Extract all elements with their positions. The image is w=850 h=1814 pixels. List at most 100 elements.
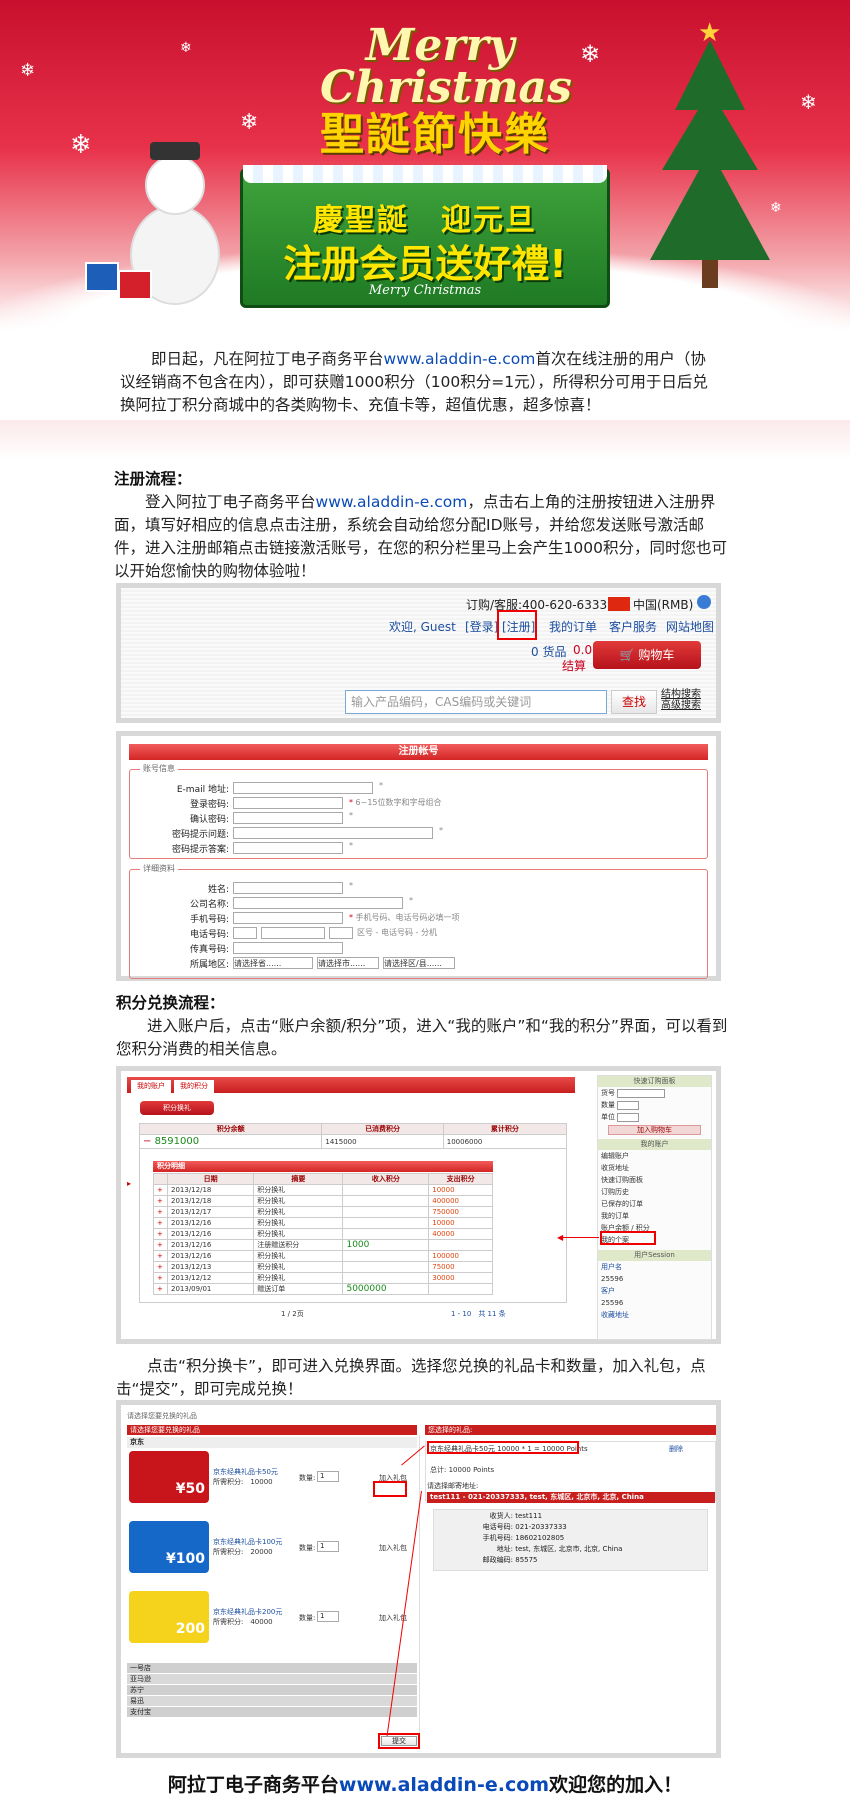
- qty-input[interactable]: 1: [317, 1471, 339, 1482]
- gift-card-name[interactable]: 京东经典礼品卡50元: [213, 1467, 278, 1477]
- gift-card-image[interactable]: ¥100: [129, 1521, 209, 1573]
- snowflake-icon: ❄: [800, 90, 817, 114]
- side-unit-input[interactable]: [617, 1112, 640, 1122]
- structure-search-link[interactable]: 结构搜索: [661, 689, 701, 700]
- company-field[interactable]: [233, 897, 403, 909]
- category-item[interactable]: 亚马逊: [127, 1674, 417, 1685]
- row-expand-icon[interactable]: +: [153, 1272, 168, 1284]
- side-account-item[interactable]: 我的订单: [598, 1210, 711, 1222]
- sitemap-link[interactable]: 网站地图: [666, 618, 714, 635]
- row-out: 40000: [428, 1228, 493, 1240]
- row-expand-icon[interactable]: +: [153, 1250, 168, 1262]
- password-hint: 6~15位数字和字母组合: [355, 798, 442, 807]
- side-account-item[interactable]: 快速订购面板: [598, 1174, 711, 1186]
- row-expand-icon[interactable]: +: [153, 1239, 168, 1251]
- category-item[interactable]: 支付宝: [127, 1707, 417, 1718]
- side-account-item[interactable]: 订购历史: [598, 1186, 711, 1198]
- customer-service-link[interactable]: 客户服务: [609, 618, 657, 635]
- gift-card-name[interactable]: 京东经典礼品卡100元: [213, 1537, 282, 1547]
- row-in: 5000000: [342, 1283, 430, 1295]
- qty-input[interactable]: 1: [317, 1541, 339, 1552]
- qty-label: 数量:: [299, 1544, 316, 1552]
- row-expand-icon[interactable]: +: [153, 1195, 168, 1207]
- row-out: 100000: [428, 1250, 493, 1262]
- gift-card-name[interactable]: 京东经典礼品卡200元: [213, 1607, 282, 1617]
- gift-card-image[interactable]: 200: [129, 1591, 209, 1643]
- category-item[interactable]: 一号店: [127, 1663, 417, 1674]
- category-jd[interactable]: 京东: [127, 1437, 417, 1448]
- welcome-text: 欢迎, Guest: [389, 620, 456, 634]
- password-field[interactable]: [233, 797, 343, 809]
- delete-link[interactable]: 删除: [669, 1444, 683, 1454]
- row-expand-icon[interactable]: +: [153, 1283, 168, 1295]
- gift-card-points: 所需积分: 10000: [213, 1478, 273, 1486]
- site-link[interactable]: www.aladdin-e.com: [316, 493, 468, 511]
- search-button[interactable]: 查找: [611, 690, 657, 714]
- gift-card-points: 所需积分: 40000: [213, 1618, 273, 1626]
- row-date: 2013/12/18: [166, 1184, 255, 1196]
- gift-card-face-value: ¥100: [166, 1551, 205, 1567]
- footer-site-link[interactable]: www.aladdin-e.com: [339, 1774, 549, 1796]
- header-screenshot: 订购/客服:400-620-6333 中国(RMB) 欢迎, Guest [登录…: [116, 583, 721, 723]
- category-item[interactable]: 易迅: [127, 1696, 417, 1707]
- side-qty-input[interactable]: [617, 1100, 640, 1110]
- points-screenshot: 我的账户 我的积分 积分换礼 积分余额 已消费积分 累计积分 − 8591000…: [116, 1066, 721, 1344]
- confirm-password-field[interactable]: [233, 812, 343, 824]
- phone-ext-field[interactable]: [329, 927, 353, 939]
- security-question-field[interactable]: [233, 827, 433, 839]
- row-expand-icon[interactable]: +: [153, 1261, 168, 1273]
- row-expand-icon[interactable]: +: [153, 1184, 168, 1196]
- exchange-gift-button[interactable]: 积分换礼: [140, 1101, 214, 1115]
- category-item[interactable]: 苏宁: [127, 1685, 417, 1696]
- row-date: 2013/12/16: [166, 1217, 255, 1229]
- mobile-label: 手机号码:: [189, 915, 229, 925]
- phone-area-field[interactable]: [233, 927, 257, 939]
- name-field[interactable]: [233, 882, 343, 894]
- mobile-field[interactable]: [233, 912, 343, 924]
- pager[interactable]: 1 / 2页: [281, 1309, 304, 1319]
- side-account-item[interactable]: 收货地址: [598, 1162, 711, 1174]
- my-orders-link[interactable]: 我的订单: [549, 618, 597, 635]
- city-select[interactable]: 请选择市......: [317, 957, 379, 969]
- side-account-item[interactable]: 已保存的订单: [598, 1198, 711, 1210]
- qty-input[interactable]: 1: [317, 1611, 339, 1622]
- row-type: 积分换礼: [253, 1206, 344, 1218]
- table-row: +2013/12/16 积分换礼 40000: [153, 1228, 493, 1240]
- row-expand-icon[interactable]: +: [153, 1217, 168, 1229]
- side-add-cart-button[interactable]: 加入购物车: [608, 1125, 701, 1135]
- security-answer-field[interactable]: [233, 842, 343, 854]
- fax-field[interactable]: [233, 942, 343, 954]
- side-account-item[interactable]: 编辑账户: [598, 1150, 711, 1162]
- phone-number-field[interactable]: [261, 927, 325, 939]
- region-selector[interactable]: 中国(RMB): [633, 596, 693, 613]
- side-favorite-address[interactable]: 收藏地址: [598, 1309, 711, 1321]
- side-customer-label: 客户: [601, 1287, 615, 1295]
- district-select[interactable]: 请选择区/县......: [383, 957, 455, 969]
- side-cargo-input[interactable]: [617, 1088, 666, 1098]
- tab-my-account[interactable]: 我的账户: [131, 1080, 171, 1093]
- detail-col-out: 支出积分: [428, 1173, 493, 1185]
- row-in: [342, 1217, 430, 1229]
- side-qty-label: 数量: [601, 1101, 615, 1109]
- address-detail-label: 手机号码:: [482, 1534, 513, 1542]
- tab-my-points[interactable]: 我的积分: [174, 1080, 214, 1093]
- login-link[interactable]: [登录]: [465, 618, 498, 635]
- advanced-search-link[interactable]: 高级搜索: [661, 700, 701, 711]
- row-expand-icon[interactable]: +: [153, 1228, 168, 1240]
- email-field[interactable]: [233, 782, 373, 794]
- address-detail-value: test111: [515, 1512, 543, 1520]
- address-select[interactable]: test111 - 021-20337333, test, 东城区, 北京市, …: [427, 1492, 715, 1503]
- side-panel: 快速订购面板 货号 数量 单位 加入购物车 我的账户 编辑账户 收货地址 快速订购面…: [597, 1075, 712, 1340]
- cart-button[interactable]: 🛒 购物车: [593, 641, 701, 669]
- search-input[interactable]: 输入产品编码，CAS编码或关键词: [345, 690, 607, 714]
- account-legend: 账号信息: [140, 763, 178, 774]
- row-expand-icon[interactable]: +: [153, 1206, 168, 1218]
- help-icon[interactable]: [697, 595, 711, 609]
- points-flow-heading: 积分兑换流程：: [116, 994, 225, 1012]
- add-to-gift-button[interactable]: 加入礼包: [379, 1543, 407, 1553]
- checkout-link[interactable]: 结算: [562, 657, 586, 674]
- gift-card-image[interactable]: ¥50: [129, 1451, 209, 1503]
- submit-button[interactable]: 提交: [381, 1736, 417, 1746]
- site-link[interactable]: www.aladdin-e.com: [384, 350, 536, 368]
- province-select[interactable]: 请选择省......: [233, 957, 313, 969]
